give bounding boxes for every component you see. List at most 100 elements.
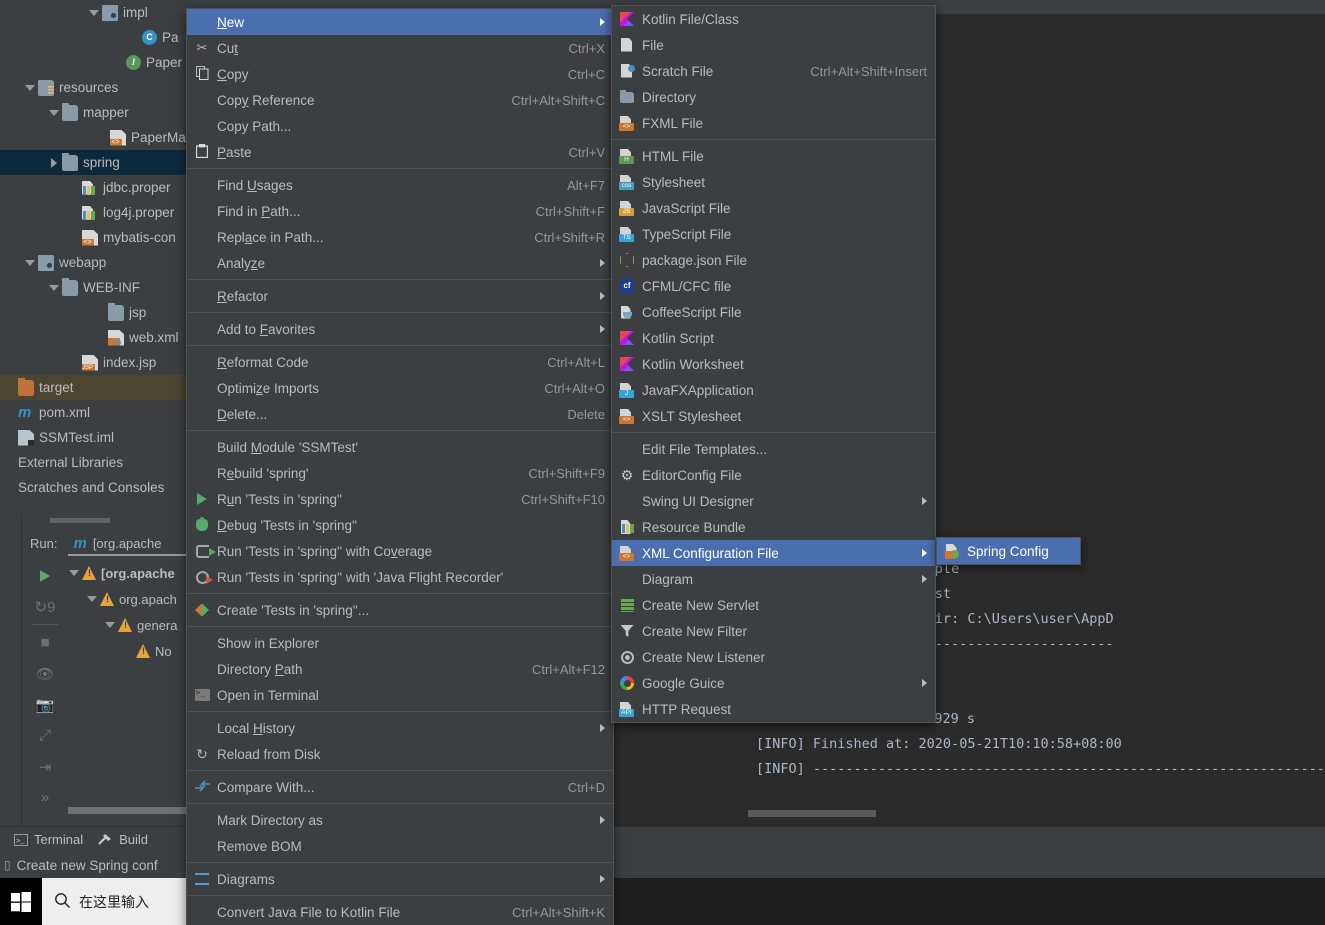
menu-item-swing-ui-designer[interactable]: Swing UI Designer <box>612 488 935 514</box>
menu-item-reformat-code[interactable]: Reformat Code Ctrl+Alt+L <box>187 349 613 375</box>
menu-item-coffeescript-file[interactable]: CoffeeScript File <box>612 299 935 325</box>
scrollbar-thumb[interactable] <box>748 810 876 817</box>
menu-item-http-request[interactable]: API HTTP Request <box>612 696 935 722</box>
project-tool-window[interactable]: impl C Pa I Paper resources mapperPaperMa sprin… <box>0 0 186 516</box>
menu-item-find-in-path[interactable]: Find in Path... Ctrl+Shift+F <box>187 198 613 224</box>
menu-item-replace-in-path[interactable]: Replace in Path... Ctrl+Shift+R <box>187 224 613 250</box>
menu-item-local-history[interactable]: Local History <box>187 715 613 741</box>
menu-item-javafxapplication[interactable]: J JavaFXApplication <box>612 377 935 403</box>
menu-item-reload-from-disk[interactable]: ↻ Reload from Disk <box>187 741 613 767</box>
menu-item-optimize-imports[interactable]: Optimize Imports Ctrl+Alt+O <box>187 375 613 401</box>
menu-item-open-in-terminal[interactable]: Open in Terminal <box>187 682 613 708</box>
menu-item-find-usages[interactable]: Find Usages Alt+F7 <box>187 172 613 198</box>
tree-item[interactable]: m pom.xml <box>0 400 186 425</box>
menu-item-typescript-file[interactable]: TS TypeScript File <box>612 221 935 247</box>
run-result-tree[interactable]: [org.apache org.apach genera No <box>68 560 186 800</box>
menu-item-cfml-cfc-file[interactable]: cf CFML/CFC file <box>612 273 935 299</box>
rerun-failed-button[interactable]: ↻9 <box>24 591 66 622</box>
menu-item-html-file[interactable]: H HTML File <box>612 143 935 169</box>
tree-item[interactable]: index.jsp <box>0 350 186 375</box>
menu-item-spring-config[interactable]: Spring Config <box>937 538 1080 564</box>
menu-item-add-to-favorites[interactable]: Add to Favorites <box>187 316 613 342</box>
tool-window-button-build[interactable]: Build <box>97 832 148 847</box>
tree-item[interactable]: mybatis-con <box>0 225 186 250</box>
menu-item-edit-file-templates[interactable]: Edit File Templates... <box>612 436 935 462</box>
tree-item[interactable]: PaperMa <box>0 125 186 150</box>
tree-expand-arrow[interactable] <box>24 257 36 269</box>
tree-item[interactable]: I Paper <box>0 50 186 75</box>
menu-item-diagram[interactable]: Diagram <box>612 566 935 592</box>
menu-item-google-guice[interactable]: Google Guice <box>612 670 935 696</box>
tree-item[interactable]: spring <box>0 150 186 175</box>
tree-item[interactable]: web.xml <box>0 325 186 350</box>
menu-item-new[interactable]: New <box>187 9 613 35</box>
menu-item-run-tests-in-spring-with-java-flight-recorder[interactable]: Run 'Tests in 'spring'' with 'Java Fligh… <box>187 564 613 590</box>
menu-item-paste[interactable]: Paste Ctrl+V <box>187 139 613 165</box>
print-button[interactable]: ⇥ <box>24 751 66 782</box>
menu-item-debug-tests-in-spring[interactable]: Debug 'Tests in 'spring'' <box>187 512 613 538</box>
menu-item-fxml-file[interactable]: <> FXML File <box>612 110 935 136</box>
run-tab-title[interactable]: [org.apache <box>93 536 193 551</box>
menu-item-directory-path[interactable]: Directory Path Ctrl+Alt+F12 <box>187 656 613 682</box>
run-tree-scrollbar[interactable] <box>68 806 186 815</box>
menu-item-cut[interactable]: ✂ Cut Ctrl+X <box>187 35 613 61</box>
menu-item-delete[interactable]: Delete... Delete <box>187 401 613 427</box>
run-tree-row[interactable]: No <box>68 638 186 664</box>
tree-item[interactable]: impl <box>0 0 186 25</box>
tree-item[interactable]: log4j.proper <box>0 200 186 225</box>
menu-item-file[interactable]: File <box>612 32 935 58</box>
menu-item-javascript-file[interactable]: JS JavaScript File <box>612 195 935 221</box>
tree-expand-arrow[interactable] <box>88 7 100 19</box>
menu-item-xml-configuration-file[interactable]: <> XML Configuration File <box>612 540 935 566</box>
tree-item[interactable]: WEB-INF <box>0 275 186 300</box>
menu-item-copy-reference[interactable]: Copy Reference Ctrl+Alt+Shift+C <box>187 87 613 113</box>
menu-item-scratch-file[interactable]: Scratch File Ctrl+Alt+Shift+Insert <box>612 58 935 84</box>
run-toolbar[interactable]: ↻9 ■ 👁 📷 ⤢ ⇥» <box>24 560 66 813</box>
menu-item-create-new-servlet[interactable]: Create New Servlet <box>612 592 935 618</box>
tree-expand-arrow[interactable] <box>48 282 60 294</box>
menu-item-show-in-explorer[interactable]: Show in Explorer <box>187 630 613 656</box>
menu-item-refactor[interactable]: Refactor <box>187 283 613 309</box>
tree-item[interactable]: External Libraries <box>0 450 186 475</box>
menu-item-create-new-filter[interactable]: Create New Filter <box>612 618 935 644</box>
menu-item-mark-directory-as[interactable]: Mark Directory as <box>187 807 613 833</box>
tree-expand-arrow[interactable] <box>48 157 60 169</box>
tree-item[interactable]: webapp <box>0 250 186 275</box>
menu-item-directory[interactable]: Directory <box>612 84 935 110</box>
xml-configuration-file-submenu[interactable]: Spring Config <box>936 537 1081 565</box>
rerun-button[interactable] <box>24 560 66 591</box>
menu-item-create-new-listener[interactable]: Create New Listener <box>612 644 935 670</box>
menu-item-analyze[interactable]: Analyze <box>187 250 613 276</box>
export-snapshot-button[interactable]: 📷 <box>24 689 66 720</box>
menu-item-resource-bundle[interactable]: Resource Bundle <box>612 514 935 540</box>
menu-item-kotlin-worksheet[interactable]: Kotlin Worksheet <box>612 351 935 377</box>
tree-item[interactable]: jdbc.proper <box>0 175 186 200</box>
menu-item-xslt-stylesheet[interactable]: <> XSLT Stylesheet <box>612 403 935 429</box>
start-button[interactable] <box>0 878 42 925</box>
menu-item-kotlin-script[interactable]: Kotlin Script <box>612 325 935 351</box>
scrollbar-thumb[interactable] <box>68 807 186 814</box>
tree-expand-arrow[interactable] <box>86 593 98 605</box>
run-tree-row[interactable]: genera <box>68 612 186 638</box>
toggle-auto-scroll-button[interactable]: 👁 <box>24 658 66 689</box>
new-submenu[interactable]: Kotlin File/Class File Scratch File Ctrl+Al… <box>611 5 936 723</box>
menu-item-diagrams[interactable]: Diagrams <box>187 866 613 892</box>
menu-item-compare-with[interactable]: Compare With... Ctrl+D <box>187 774 613 800</box>
project-context-menu[interactable]: New ✂ Cut Ctrl+X Copy Ctrl+C Copy Reference Ctr… <box>186 8 614 925</box>
run-panel-splitter[interactable] <box>22 516 186 525</box>
tree-item[interactable]: C Pa <box>0 25 186 50</box>
tree-item[interactable]: mapper <box>0 100 186 125</box>
tree-expand-arrow[interactable] <box>48 107 60 119</box>
menu-item-convert-java-file-to-kotlin-file[interactable]: Convert Java File to Kotlin File Ctrl+Alt… <box>187 899 613 925</box>
tool-window-button-terminal[interactable]: >_ Terminal <box>14 832 83 847</box>
tree-expand-arrow[interactable] <box>104 619 116 631</box>
soft-wrap-button[interactable]: ⤢ <box>24 720 66 751</box>
taskbar-search-box[interactable]: 在这里输入 <box>42 878 186 925</box>
tree-item[interactable]: SSMTest.iml <box>0 425 186 450</box>
menu-item-stylesheet[interactable]: css Stylesheet <box>612 169 935 195</box>
menu-item-kotlin-file-class[interactable]: Kotlin File/Class <box>612 6 935 32</box>
menu-item-package-json-file[interactable]: package.json File <box>612 247 935 273</box>
menu-item-build-module-ssmtest[interactable]: Build Module 'SSMTest' <box>187 434 613 460</box>
tree-item[interactable]: Scratches and Consoles <box>0 475 186 500</box>
tree-item[interactable]: target <box>0 375 186 400</box>
